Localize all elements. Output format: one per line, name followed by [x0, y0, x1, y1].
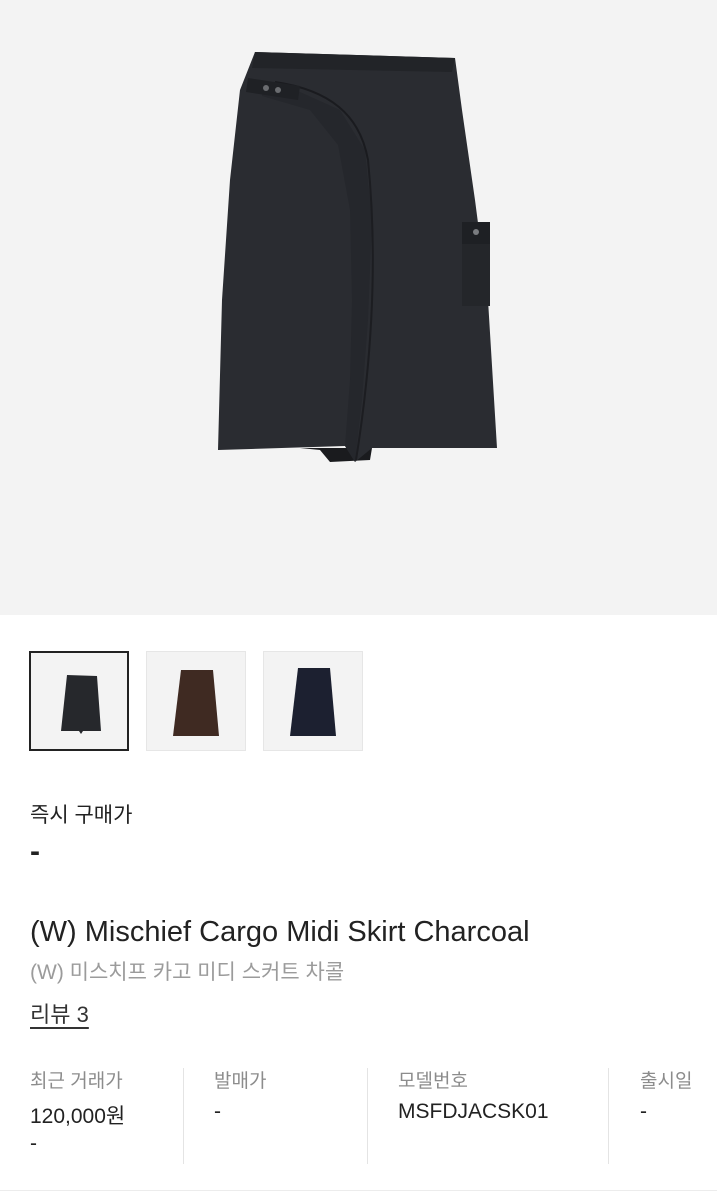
- product-title-ko: (W) 미스치프 카고 미디 스커트 차콜: [30, 961, 345, 984]
- thumbnail-brown[interactable]: [146, 651, 246, 751]
- recent-trade-change: -: [30, 1132, 37, 1155]
- thumbnail-navy[interactable]: [263, 651, 363, 751]
- product-title-en: (W) Mischief Cargo Midi Skirt Charcoal: [30, 916, 530, 948]
- info-divider: [608, 1068, 609, 1164]
- thumbnail-list: [29, 651, 389, 755]
- thumbnail-charcoal[interactable]: [29, 651, 129, 751]
- product-info-row: 최근 거래가 120,000원 - 발매가 - 모델번호 MSFDJACSK01…: [0, 1066, 717, 1166]
- instant-buy-price: -: [30, 835, 40, 868]
- thumbnail-brown-image: [173, 670, 219, 736]
- release-date-label: 출시일: [640, 1071, 693, 1092]
- recent-trade-value: 120,000원: [30, 1105, 126, 1128]
- review-link[interactable]: 리뷰 3: [30, 997, 89, 1029]
- model-number-value: MSFDJACSK01: [398, 1100, 549, 1123]
- release-price-label: 발매가: [214, 1071, 267, 1092]
- instant-buy-label: 즉시 구매가: [30, 804, 133, 827]
- model-number-label: 모델번호: [398, 1071, 468, 1092]
- release-date-value: -: [640, 1100, 647, 1123]
- section-divider: [0, 1190, 717, 1191]
- thumbnail-charcoal-image: [61, 675, 101, 734]
- info-divider: [367, 1068, 368, 1164]
- skirt-illustration: [218, 52, 497, 462]
- recent-trade-label: 최근 거래가: [30, 1071, 123, 1092]
- main-product-image[interactable]: [0, 0, 717, 615]
- release-price-value: -: [214, 1100, 221, 1123]
- info-divider: [183, 1068, 184, 1164]
- thumbnail-navy-image: [290, 668, 336, 736]
